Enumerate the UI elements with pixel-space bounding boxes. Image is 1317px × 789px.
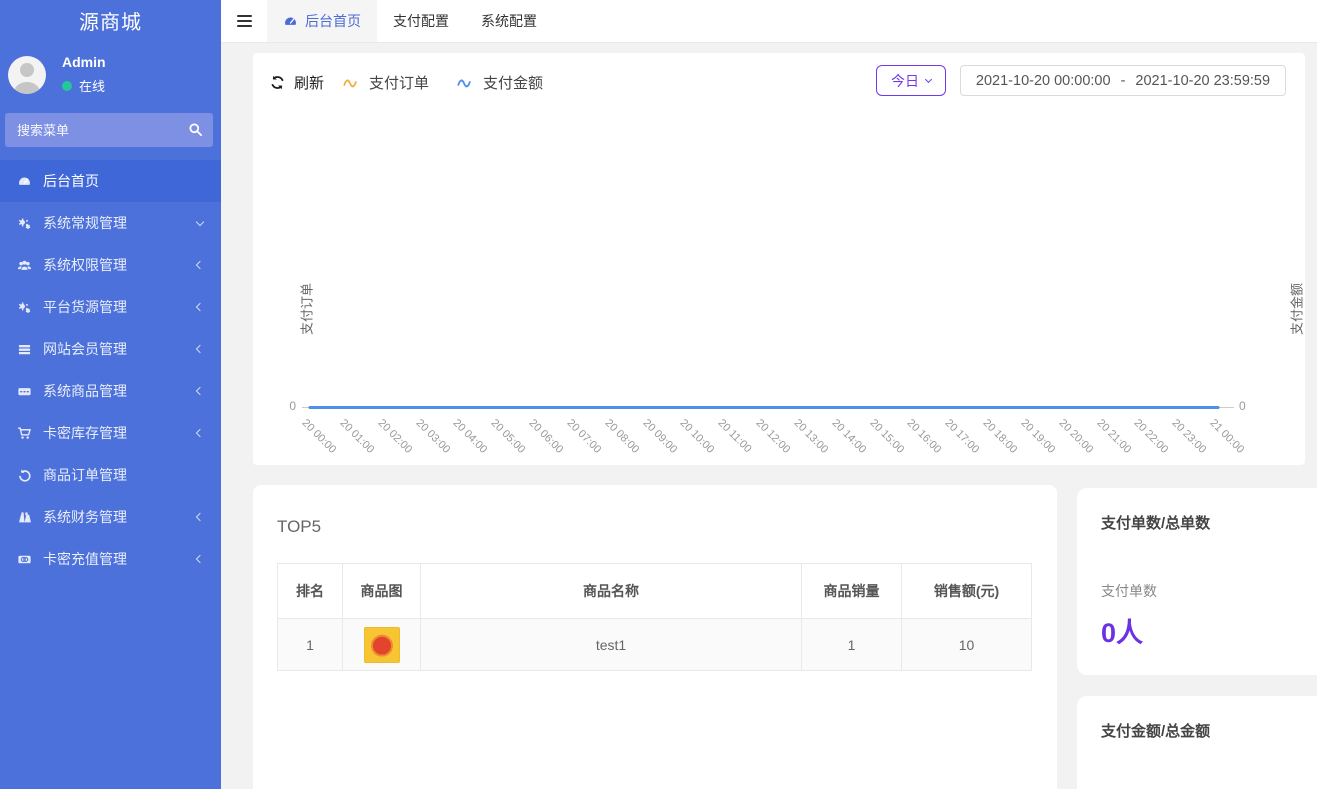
top5-col-header: 商品销量 — [802, 564, 902, 619]
sidebar-item-3[interactable]: 平台货源管理 — [0, 286, 221, 328]
chevron-left-icon — [196, 261, 204, 269]
chart-plot: 支付订单 支付金额 0 0 20 00:0020 01:0020 02:0020… — [253, 109, 1305, 465]
refresh-button[interactable]: 刷新 — [270, 72, 324, 93]
product-card-icon — [16, 383, 32, 399]
credit-card-icon — [16, 551, 32, 567]
online-label: 在线 — [79, 76, 105, 95]
date-range-input[interactable]: 2021-10-20 00:00:00 - 2021-10-20 23:59:5… — [960, 65, 1286, 96]
stat-column: 支付单数/总单数 支付单数 0人 支付金额/总金额 — [1077, 488, 1317, 789]
stat-card-orders: 支付单数/总单数 支付单数 0人 — [1077, 488, 1317, 675]
chart-legend: 支付订单 支付金额 — [341, 72, 543, 93]
sidebar-item-8[interactable]: 系统财务管理 — [0, 496, 221, 538]
gears-icon — [16, 299, 32, 315]
date-separator: - — [1121, 73, 1126, 89]
table-row: 1test1110 — [278, 619, 1032, 671]
top5-table: 排名商品图商品名称商品销量销售额(元)1test1110 — [277, 563, 1032, 671]
tab-0[interactable]: 后台首页 — [267, 0, 377, 42]
chevron-left-icon — [196, 513, 204, 521]
chart-card: 刷新 支付订单 支付金额 今日 2021-10-20 00:00:00 - 202… — [253, 53, 1305, 465]
chevron-left-icon — [196, 555, 204, 563]
topbar: 后台首页支付配置系统配置 — [221, 0, 1317, 43]
sidebar-item-1[interactable]: 系统常规管理 — [0, 202, 221, 244]
sidebar-item-0[interactable]: 后台首页 — [0, 160, 221, 202]
user-name: Admin — [62, 54, 106, 70]
date-start: 2021-10-20 00:00:00 — [976, 73, 1111, 89]
stat-metric-label: 支付单数 — [1101, 581, 1313, 601]
dashboard-icon — [283, 14, 298, 29]
sidebar-item-5[interactable]: 系统商品管理 — [0, 370, 221, 412]
product-thumbnail — [364, 627, 400, 663]
hamburger-icon[interactable] — [221, 0, 267, 42]
sidebar-item-6[interactable]: 卡密库存管理 — [0, 412, 221, 454]
gears-icon — [16, 215, 32, 231]
date-end: 2021-10-20 23:59:59 — [1135, 73, 1270, 89]
sidebar-item-4[interactable]: 网站会员管理 — [0, 328, 221, 370]
wave-icon — [455, 76, 476, 89]
avatar — [8, 56, 46, 94]
chart-lines — [253, 109, 1305, 465]
person-icon — [8, 56, 46, 94]
stat-metric-value: 0人 — [1101, 611, 1313, 650]
binoculars-icon — [16, 509, 32, 525]
table-cell: 10 — [902, 619, 1032, 671]
chevron-left-icon — [196, 303, 204, 311]
refresh-icon — [270, 75, 285, 90]
sidebar-item-7[interactable]: 商品订单管理 — [0, 454, 221, 496]
cart-icon — [16, 425, 32, 441]
top5-col-header: 商品名称 — [421, 564, 802, 619]
sidebar-item-9[interactable]: 卡密充值管理 — [0, 538, 221, 580]
search-icon[interactable] — [188, 122, 203, 142]
legend-item-0[interactable]: 支付订单 — [341, 72, 429, 93]
wave-icon — [341, 76, 362, 89]
history-icon — [16, 467, 32, 483]
top5-card: TOP5 排名商品图商品名称商品销量销售额(元)1test1110 — [253, 485, 1057, 789]
sidebar-item-2[interactable]: 系统权限管理 — [0, 244, 221, 286]
dashboard-icon — [16, 173, 32, 189]
users-icon — [16, 257, 32, 273]
table-cell: 1 — [802, 619, 902, 671]
user-panel: Admin 在线 — [0, 46, 221, 107]
tab-1[interactable]: 支付配置 — [377, 0, 465, 42]
top5-title: TOP5 — [277, 517, 1033, 537]
legend-item-1[interactable]: 支付金额 — [455, 72, 543, 93]
top5-col-header: 销售额(元) — [902, 564, 1032, 619]
chevron-down-icon — [925, 75, 932, 82]
top5-col-header: 排名 — [278, 564, 343, 619]
sidebar: 源商城 Admin 在线 后台首页系统常规管理系统权限管理平台 — [0, 0, 221, 789]
online-dot — [62, 81, 72, 91]
chevron-left-icon — [196, 387, 204, 395]
search-input[interactable] — [5, 113, 213, 147]
tab-2[interactable]: 系统配置 — [465, 0, 553, 42]
top5-col-header: 商品图 — [343, 564, 421, 619]
chevron-left-icon — [196, 345, 204, 353]
chevron-left-icon — [196, 429, 204, 437]
app-root: 源商城 Admin 在线 后台首页系统常规管理系统权限管理平台 — [0, 0, 1317, 789]
stat-title: 支付金额/总金额 — [1101, 720, 1313, 741]
sidebar-menu: 后台首页系统常规管理系统权限管理平台货源管理网站会员管理系统商品管理卡密库存管理… — [0, 160, 221, 580]
menu-search — [5, 113, 213, 147]
product-image-cell — [343, 619, 421, 671]
stat-title: 支付单数/总单数 — [1101, 512, 1313, 533]
tab-bar: 后台首页支付配置系统配置 — [267, 0, 553, 42]
content: 刷新 支付订单 支付金额 今日 2021-10-20 00:00:00 - 202… — [221, 43, 1317, 789]
table-cell: test1 — [421, 619, 802, 671]
stat-card-amount: 支付金额/总金额 — [1077, 696, 1317, 789]
user-status: 在线 — [62, 76, 106, 95]
range-select[interactable]: 今日 — [876, 65, 946, 96]
app-title: 源商城 — [0, 0, 221, 46]
list-icon — [16, 341, 32, 357]
table-cell: 1 — [278, 619, 343, 671]
chevron-down-icon — [196, 217, 204, 225]
